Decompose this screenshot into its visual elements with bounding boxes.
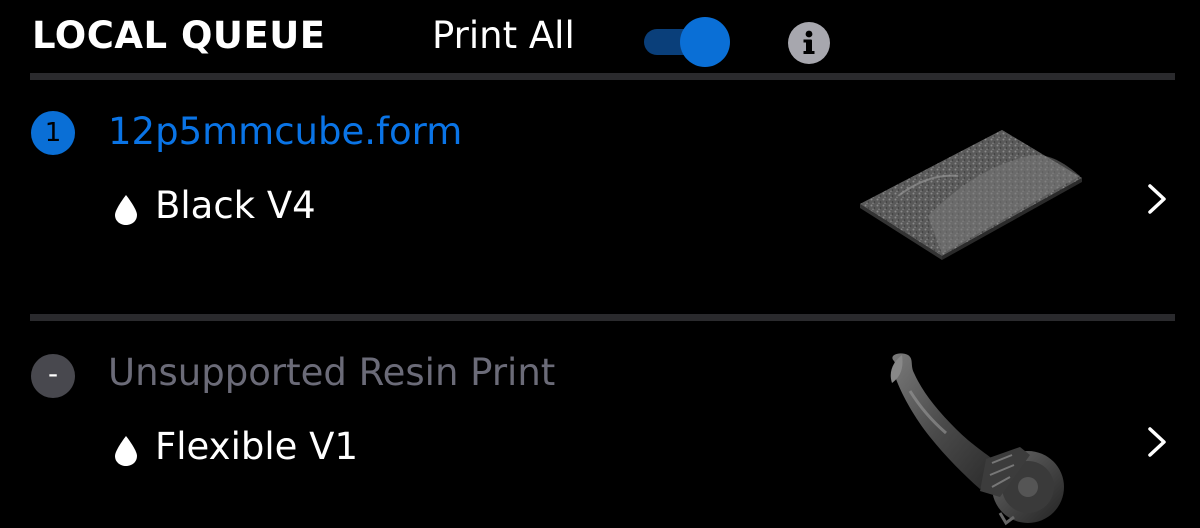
print-all-label: Print All <box>432 14 575 57</box>
divider <box>30 73 1175 80</box>
queue-position-badge: 1 <box>31 111 75 155</box>
resin-label: Black V4 <box>155 184 316 227</box>
queue-item[interactable]: 1 12p5mmcube.form Black V4 <box>0 80 1200 314</box>
toggle-knob <box>680 17 730 67</box>
local-queue-screen: LOCAL QUEUE Print All 1 12p5mmcube.form … <box>0 0 1200 528</box>
resin-label: Flexible V1 <box>155 425 358 468</box>
page-title: LOCAL QUEUE <box>32 14 326 57</box>
queue-position-badge: - <box>31 354 75 398</box>
model-thumbnail <box>860 130 1082 260</box>
droplet-icon <box>115 436 137 466</box>
info-icon[interactable] <box>788 22 830 64</box>
header: LOCAL QUEUE Print All <box>0 0 1200 74</box>
chevron-right-icon[interactable] <box>1144 181 1170 217</box>
chevron-right-icon[interactable] <box>1144 424 1170 460</box>
droplet-icon <box>115 195 137 225</box>
queue-item-name: Unsupported Resin Print <box>108 351 556 394</box>
queue-item[interactable]: - Unsupported Resin Print Flexible V1 <box>0 321 1200 528</box>
queue-item-name: 12p5mmcube.form <box>108 110 463 153</box>
model-thumbnail <box>890 353 1064 526</box>
divider <box>30 314 1175 321</box>
print-all-toggle[interactable] <box>644 17 732 67</box>
